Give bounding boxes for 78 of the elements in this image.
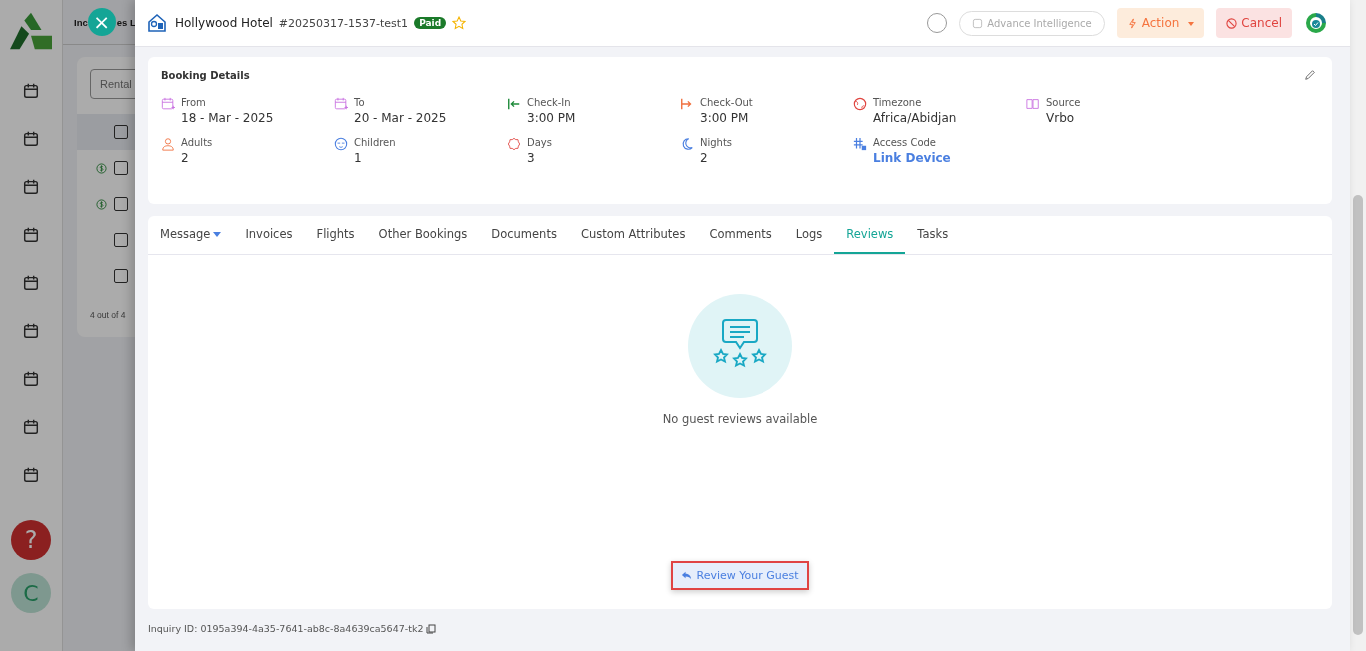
nav-icon[interactable] bbox=[22, 322, 40, 340]
hotel-icon bbox=[147, 13, 167, 33]
lightning-icon bbox=[1126, 17, 1138, 29]
page-title: es L bbox=[116, 16, 135, 28]
pagination-text: 4 out of 4 bbox=[90, 310, 127, 320]
booking-id: #20250317-1537-test1 bbox=[278, 16, 409, 30]
review-stars-icon bbox=[688, 294, 792, 398]
row-checkbox[interactable] bbox=[114, 233, 128, 247]
nav-icon[interactable] bbox=[22, 82, 40, 100]
prohibited-icon bbox=[1226, 17, 1238, 29]
nav-icon[interactable] bbox=[22, 466, 40, 484]
tab[interactable]: Tasks bbox=[905, 216, 961, 254]
detail-value: 3:00 PM bbox=[527, 111, 576, 125]
detail-icon bbox=[507, 137, 521, 151]
nav-icon[interactable] bbox=[22, 178, 40, 196]
detail-icon bbox=[853, 137, 867, 151]
detail-label: To bbox=[354, 97, 366, 108]
tab[interactable]: Logs bbox=[783, 216, 835, 254]
detail-label: Check-Out bbox=[700, 97, 753, 108]
detail-value: 18 - Mar - 2025 bbox=[181, 111, 274, 125]
row-checkbox[interactable] bbox=[114, 197, 128, 211]
tab[interactable]: Comments bbox=[697, 216, 784, 254]
link-device-link[interactable]: Link Device bbox=[873, 151, 951, 165]
detail-value: 20 - Mar - 2025 bbox=[354, 111, 447, 125]
inquiry-id: Inquiry ID: 0195a394-4a35-7641-ab8c-8a4639ca5647-tk2 bbox=[148, 623, 424, 634]
detail-icon bbox=[334, 137, 348, 151]
reply-icon bbox=[681, 570, 693, 581]
detail-value: 3 bbox=[527, 151, 536, 165]
detail-icon bbox=[680, 97, 694, 111]
detail-icon bbox=[161, 97, 175, 111]
detail-value: 1 bbox=[354, 151, 363, 165]
star-icon[interactable] bbox=[452, 16, 467, 30]
scrollbar[interactable] bbox=[1350, 0, 1366, 651]
nav-icon[interactable] bbox=[22, 370, 40, 388]
nav-icon[interactable] bbox=[22, 226, 40, 244]
page-title: Inc bbox=[74, 16, 88, 28]
detail-icon bbox=[507, 97, 521, 111]
app-logo-icon[interactable] bbox=[1304, 11, 1328, 35]
copy-icon[interactable] bbox=[426, 623, 437, 634]
tab[interactable]: Other Bookings bbox=[366, 216, 480, 254]
tab[interactable]: Documents bbox=[479, 216, 569, 254]
detail-value: 2 bbox=[181, 151, 190, 165]
status-badge: Paid bbox=[414, 17, 447, 29]
logo-icon bbox=[10, 12, 52, 50]
empty-message: No guest reviews available bbox=[662, 412, 818, 426]
detail-label: Source bbox=[1046, 97, 1081, 108]
tab[interactable]: Custom Attributes bbox=[568, 216, 698, 254]
detail-label: Access Code bbox=[873, 137, 937, 148]
edit-icon[interactable] bbox=[1304, 69, 1316, 81]
detail-label: Nights bbox=[700, 137, 733, 148]
help-button[interactable]: ? bbox=[11, 520, 51, 560]
nav-icon[interactable] bbox=[22, 418, 40, 436]
detail-icon bbox=[680, 137, 694, 151]
rental-filter-field[interactable]: Rental bbox=[90, 69, 135, 99]
nav-icon[interactable] bbox=[22, 130, 40, 148]
detail-icon bbox=[161, 137, 175, 151]
detail-icon bbox=[334, 97, 348, 111]
tab[interactable]: Invoices bbox=[233, 216, 305, 254]
row-checkbox[interactable] bbox=[114, 161, 128, 175]
property-name: Hollywood Hotel bbox=[175, 16, 273, 30]
detail-icon bbox=[1026, 97, 1040, 111]
detail-value: Africa/Abidjan bbox=[873, 111, 957, 125]
detail-value: 3:00 PM bbox=[700, 111, 750, 125]
detail-icon bbox=[853, 97, 867, 111]
nav-icon[interactable] bbox=[22, 274, 40, 292]
detail-label: Days bbox=[527, 137, 552, 148]
tab[interactable]: Flights bbox=[304, 216, 367, 254]
row-checkbox[interactable] bbox=[114, 269, 128, 283]
detail-value: 2 bbox=[700, 151, 709, 165]
detail-label: From bbox=[181, 97, 207, 108]
row-checkbox[interactable] bbox=[114, 125, 128, 139]
detail-label: Children bbox=[354, 137, 396, 148]
detail-value: Vrbo bbox=[1046, 111, 1076, 125]
detail-label: Adults bbox=[181, 137, 213, 148]
detail-label: Timezone bbox=[873, 97, 923, 108]
section-title: Booking Details bbox=[161, 69, 250, 81]
detail-label: Check-In bbox=[527, 97, 572, 108]
tab[interactable]: Message bbox=[160, 216, 234, 254]
